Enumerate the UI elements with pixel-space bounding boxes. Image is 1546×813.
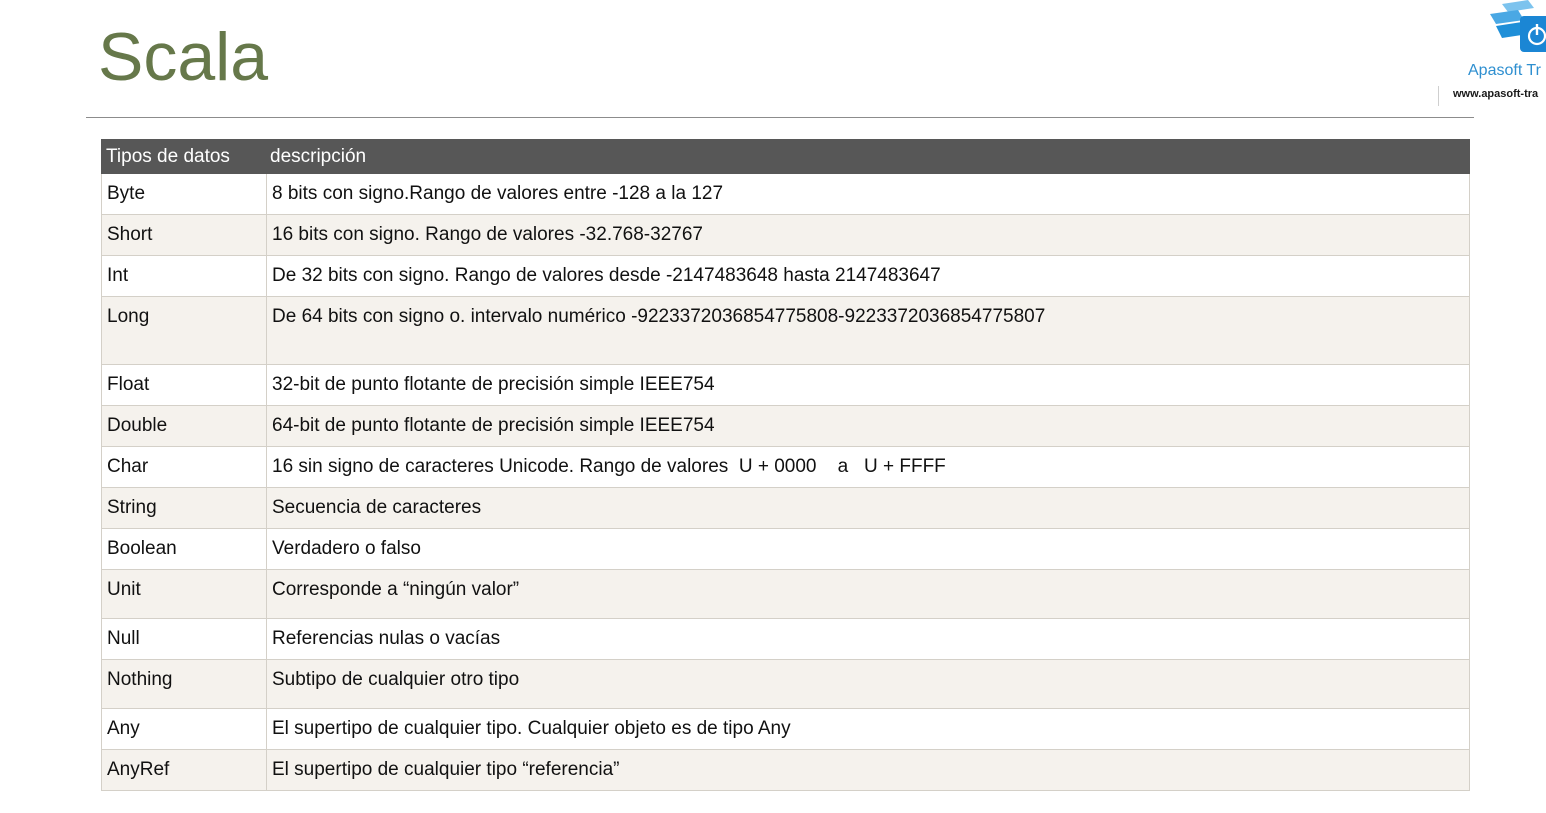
- type-cell: Unit: [101, 569, 267, 619]
- logo-website: www.apasoft-tra: [1453, 88, 1539, 100]
- table-header-row: Tipos de datos descripción: [101, 139, 1470, 174]
- header-description: descripción: [266, 139, 1470, 174]
- description-cell: De 64 bits con signo o. intervalo numéri…: [266, 296, 1470, 365]
- logo-company-name: Apasoft Tr: [1468, 62, 1541, 79]
- type-cell: Null: [101, 618, 267, 660]
- table-row: Short 16 bits con signo. Rango de valore…: [101, 214, 1470, 256]
- type-cell: Double: [101, 405, 267, 447]
- type-cell: Int: [101, 255, 267, 297]
- description-cell: Secuencia de caracteres: [266, 487, 1470, 529]
- table-row: Byte 8 bits con signo.Rango de valores e…: [101, 173, 1470, 215]
- table-row: Any El supertipo de cualquier tipo. Cual…: [101, 708, 1470, 750]
- table-row: String Secuencia de caracteres: [101, 487, 1470, 529]
- description-cell: 32-bit de punto flotante de precisión si…: [266, 364, 1470, 406]
- table-row: Boolean Verdadero o falso: [101, 528, 1470, 570]
- header-type: Tipos de datos: [101, 139, 267, 174]
- description-cell: Verdadero o falso: [266, 528, 1470, 570]
- table-row: Unit Corresponde a “ningún valor”: [101, 569, 1470, 619]
- type-cell: AnyRef: [101, 749, 267, 791]
- title-divider: [86, 117, 1474, 118]
- slide-title: Scala: [98, 19, 269, 95]
- type-cell: Char: [101, 446, 267, 488]
- power-icon: [1490, 0, 1546, 52]
- type-cell: Short: [101, 214, 267, 256]
- table-row: Long De 64 bits con signo o. intervalo n…: [101, 296, 1470, 365]
- table-row: Double 64-bit de punto flotante de preci…: [101, 405, 1470, 447]
- type-cell: Long: [101, 296, 267, 365]
- table-row: Nothing Subtipo de cualquier otro tipo: [101, 659, 1470, 709]
- description-cell: 16 bits con signo. Rango de valores -32.…: [266, 214, 1470, 256]
- type-cell: String: [101, 487, 267, 529]
- data-types-table: Tipos de datos descripción Byte 8 bits c…: [101, 139, 1470, 791]
- table-row: AnyRef El supertipo de cualquier tipo “r…: [101, 749, 1470, 791]
- description-cell: 64-bit de punto flotante de precisión si…: [266, 405, 1470, 447]
- description-cell: De 32 bits con signo. Rango de valores d…: [266, 255, 1470, 297]
- description-cell: 16 sin signo de caracteres Unicode. Rang…: [266, 446, 1470, 488]
- description-cell: 8 bits con signo.Rango de valores entre …: [266, 173, 1470, 215]
- table-row: Int De 32 bits con signo. Rango de valor…: [101, 255, 1470, 297]
- table-row: Float 32-bit de punto flotante de precis…: [101, 364, 1470, 406]
- description-cell: El supertipo de cualquier tipo. Cualquie…: [266, 708, 1470, 750]
- description-cell: Subtipo de cualquier otro tipo: [266, 659, 1470, 709]
- company-logo: Apasoft Tr www.apasoft-tra: [1438, 0, 1546, 108]
- description-cell: Referencias nulas o vacías: [266, 618, 1470, 660]
- type-cell: Nothing: [101, 659, 267, 709]
- description-cell: El supertipo de cualquier tipo “referenc…: [266, 749, 1470, 791]
- logo-divider: [1438, 86, 1439, 106]
- table-row: Char 16 sin signo de caracteres Unicode.…: [101, 446, 1470, 488]
- description-cell: Corresponde a “ningún valor”: [266, 569, 1470, 619]
- type-cell: Float: [101, 364, 267, 406]
- type-cell: Byte: [101, 173, 267, 215]
- table-row: Null Referencias nulas o vacías: [101, 618, 1470, 660]
- type-cell: Any: [101, 708, 267, 750]
- type-cell: Boolean: [101, 528, 267, 570]
